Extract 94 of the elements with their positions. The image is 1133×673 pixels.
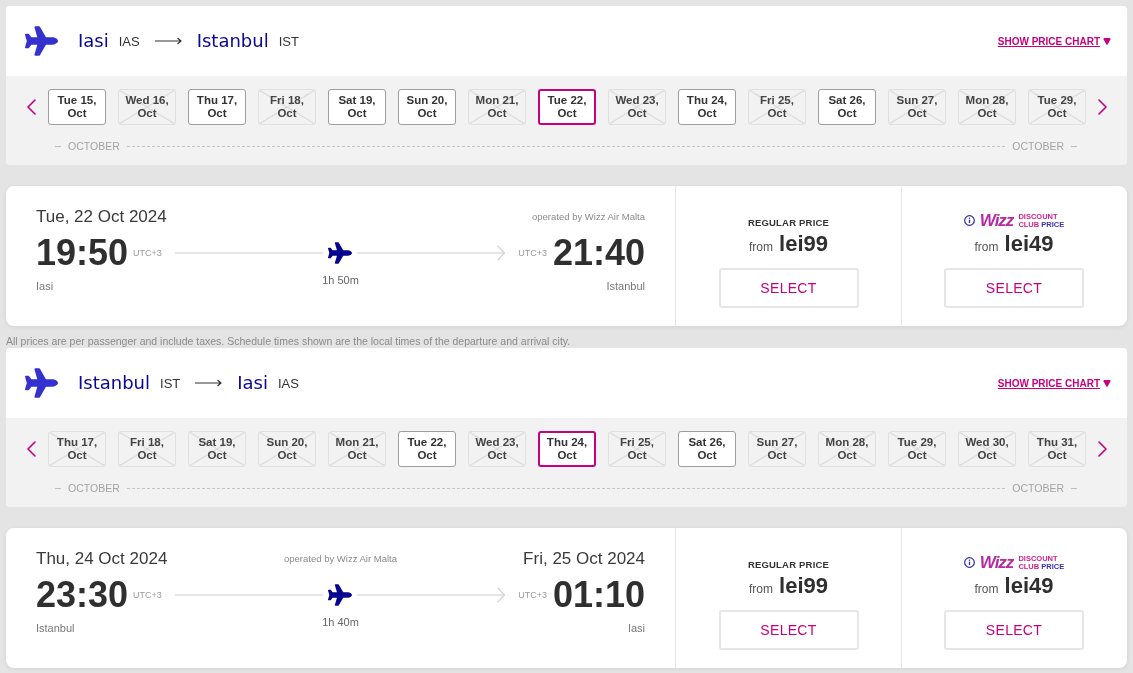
- operator-label: operated by Wizz Air Malta: [532, 211, 645, 223]
- airport-code: IST: [160, 376, 181, 392]
- date-option[interactable]: Sat 19, Oct: [328, 89, 386, 125]
- chevron-right-icon: [1097, 99, 1107, 115]
- date-option[interactable]: Mon 28, Oct: [958, 89, 1016, 125]
- from-label: from: [749, 239, 774, 256]
- flight-duration: 1h 50m: [322, 273, 359, 287]
- flight-duration: 1h 40m: [322, 615, 359, 629]
- date-option[interactable]: Tue 29, Oct: [888, 431, 946, 467]
- date-option[interactable]: Tue 29, Oct: [1028, 89, 1086, 125]
- date-option[interactable]: Tue 22, Oct: [398, 431, 456, 467]
- caret-down-icon: [1103, 379, 1111, 387]
- fare-price: lei99: [779, 573, 828, 599]
- city-name: Istanbul: [36, 621, 75, 635]
- from-label: from: [974, 581, 999, 598]
- city-name: Istanbul: [78, 372, 151, 394]
- departure-time: 19:50: [36, 233, 129, 273]
- from-label: from: [974, 239, 999, 256]
- month-label: OCTOBER: [68, 481, 120, 495]
- chevron-left-icon: [26, 99, 36, 115]
- price-chart-link[interactable]: SHOW PRICE CHART: [997, 33, 1111, 49]
- date-option[interactable]: Sun 20, Oct: [398, 89, 456, 125]
- info-icon[interactable]: [963, 215, 975, 226]
- date-option[interactable]: Mon 28, Oct: [818, 431, 876, 467]
- date-option[interactable]: Sun 27, Oct: [888, 89, 946, 125]
- info-icon[interactable]: [963, 557, 975, 568]
- caret-down-icon: [1103, 37, 1111, 45]
- month-label: OCTOBER: [68, 139, 120, 153]
- date-option[interactable]: Tue 15, Oct: [48, 89, 106, 125]
- from-label: from: [749, 581, 774, 598]
- date-option[interactable]: Tue 22, Oct: [538, 89, 596, 125]
- date-option[interactable]: Fri 18, Oct: [258, 89, 316, 125]
- arrow-right-icon: [195, 379, 223, 387]
- date-option[interactable]: Wed 30, Oct: [958, 431, 1016, 467]
- disclaimer-text: All prices are per passenger and include taxes. Schedule times shown are the local times of the departure and arrival city.: [6, 335, 571, 348]
- fare-price: lei49: [1004, 573, 1054, 599]
- month-label: OCTOBER: [1012, 139, 1064, 153]
- utc-offset: UTC+3: [133, 247, 162, 259]
- city-name: Iasi: [36, 279, 54, 293]
- select-button[interactable]: SELECT: [944, 610, 1084, 650]
- price-chart-link[interactable]: SHOW PRICE CHART: [997, 375, 1111, 391]
- chevron-right-icon: [1097, 441, 1107, 457]
- airport-code: IST: [278, 34, 299, 50]
- airport-code: IAS: [278, 376, 299, 392]
- date-option[interactable]: Thu 31, Oct: [1028, 431, 1086, 467]
- date-option[interactable]: Wed 23, Oct: [608, 89, 666, 125]
- airplane-icon: [328, 242, 352, 264]
- logo-wordmark: Wizz: [979, 554, 1014, 571]
- date-option[interactable]: Mon 21, Oct: [468, 89, 526, 125]
- flight-date: Tue, 22 Oct 2024: [36, 207, 167, 227]
- date-option[interactable]: Thu 17, Oct: [188, 89, 246, 125]
- date-option[interactable]: Sat 26, Oct: [678, 431, 736, 467]
- city-name: Iasi: [237, 372, 268, 394]
- date-option[interactable]: Fri 18, Oct: [118, 431, 176, 467]
- date-option[interactable]: Mon 21, Oct: [328, 431, 386, 467]
- fare-title: REGULAR PRICE: [747, 217, 830, 229]
- select-button[interactable]: SELECT: [944, 268, 1084, 308]
- city-name: Istanbul: [606, 279, 645, 293]
- flight-date: Thu, 24 Oct 2024: [36, 549, 168, 569]
- airplane-icon: [25, 26, 58, 56]
- date-option[interactable]: Wed 23, Oct: [468, 431, 526, 467]
- fare-title: REGULAR PRICE: [747, 559, 830, 571]
- airplane-icon: [25, 368, 58, 398]
- date-option[interactable]: Thu 24, Oct: [538, 431, 596, 467]
- date-option[interactable]: Fri 25, Oct: [748, 89, 806, 125]
- date-option[interactable]: Sun 20, Oct: [258, 431, 316, 467]
- arrival-time: 21:40: [552, 233, 645, 273]
- chevron-left-icon: [26, 441, 36, 457]
- arrival-time: 01:10: [552, 575, 645, 615]
- date-option[interactable]: Fri 25, Oct: [608, 431, 666, 467]
- fare-price: lei99: [779, 231, 828, 257]
- city-name: Istanbul: [196, 30, 269, 52]
- logo-wordmark: Wizz: [979, 212, 1014, 229]
- date-option[interactable]: Sat 19, Oct: [188, 431, 246, 467]
- fare-price: lei49: [1004, 231, 1054, 257]
- date-option[interactable]: Sat 26, Oct: [818, 89, 876, 125]
- date-option[interactable]: Sun 27, Oct: [748, 431, 806, 467]
- city-name: Iasi: [627, 621, 645, 635]
- city-name: Iasi: [78, 30, 109, 52]
- operator-label: operated by Wizz Air Malta: [284, 553, 397, 565]
- select-button[interactable]: SELECT: [718, 610, 859, 650]
- select-button[interactable]: SELECT: [718, 268, 859, 308]
- date-option[interactable]: Thu 17, Oct: [48, 431, 106, 467]
- date-option[interactable]: Wed 16, Oct: [118, 89, 176, 125]
- utc-offset: UTC+3: [518, 589, 547, 601]
- date-option[interactable]: Thu 24, Oct: [678, 89, 736, 125]
- flight-date: Fri, 25 Oct 2024: [523, 549, 645, 569]
- utc-offset: UTC+3: [133, 589, 162, 601]
- utc-offset: UTC+3: [518, 247, 547, 259]
- airport-code: IAS: [118, 34, 140, 50]
- departure-time: 23:30: [36, 575, 129, 615]
- arrow-right-icon: [154, 37, 182, 45]
- month-label: OCTOBER: [1012, 481, 1064, 495]
- airplane-icon: [328, 584, 352, 606]
